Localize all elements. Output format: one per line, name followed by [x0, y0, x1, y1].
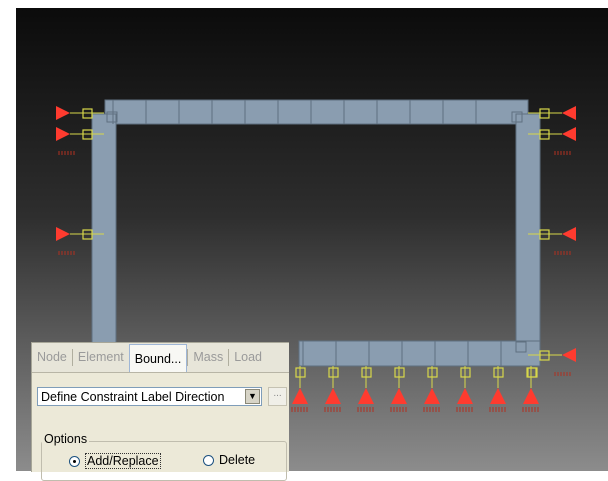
beam-element	[298, 340, 541, 367]
property-panel: Node Element Bound... Mass Load Define C…	[31, 342, 289, 481]
beam-element	[515, 113, 541, 361]
chevron-down-icon[interactable]: ▼	[245, 389, 260, 404]
tab-node[interactable]: Node	[32, 343, 72, 372]
tab-mass[interactable]: Mass	[188, 343, 228, 372]
constraint-triangle-icon	[358, 388, 374, 404]
constraint-arrow-icon	[562, 227, 576, 241]
constraint-arrow-icon	[562, 127, 576, 141]
delete-radio[interactable]	[203, 454, 214, 466]
command-select-value: Define Constraint Label Direction	[41, 390, 225, 404]
constraint-arrow-icon	[56, 127, 70, 141]
delete-label: Delete	[219, 453, 256, 467]
panel-tab-bar: Node Element Bound... Mass Load	[32, 343, 289, 373]
delete-option[interactable]: Delete	[203, 453, 255, 467]
constraint-arrow-icon	[562, 106, 576, 120]
constraint-arrow-icon	[562, 348, 576, 362]
beam-element	[104, 99, 529, 125]
constraint-triangle-icon	[391, 388, 407, 404]
add-replace-option[interactable]: Add/Replace	[69, 453, 161, 469]
beam-element	[91, 113, 117, 371]
command-select[interactable]: Define Constraint Label Direction ▼	[37, 387, 262, 406]
options-legend: Options	[42, 432, 90, 446]
command-select-row: Define Constraint Label Direction ▼ ...	[37, 387, 287, 407]
constraint-triangle-icon	[424, 388, 440, 404]
tab-boundary[interactable]: Bound...	[128, 344, 188, 372]
add-replace-label: Add/Replace	[85, 453, 161, 469]
more-options-button[interactable]: ...	[268, 387, 287, 406]
constraint-triangle-icon	[490, 388, 506, 404]
tab-load[interactable]: Load	[229, 343, 267, 372]
constraint-triangle-icon	[325, 388, 341, 404]
constraint-triangle-icon	[457, 388, 473, 404]
tab-element[interactable]: Element	[73, 343, 129, 372]
constraint-triangle-icon	[523, 388, 539, 404]
constraint-arrow-icon	[56, 106, 70, 120]
add-replace-radio[interactable]	[69, 455, 80, 467]
constraint-triangle-icon	[292, 388, 308, 404]
constraint-arrow-icon	[56, 227, 70, 241]
